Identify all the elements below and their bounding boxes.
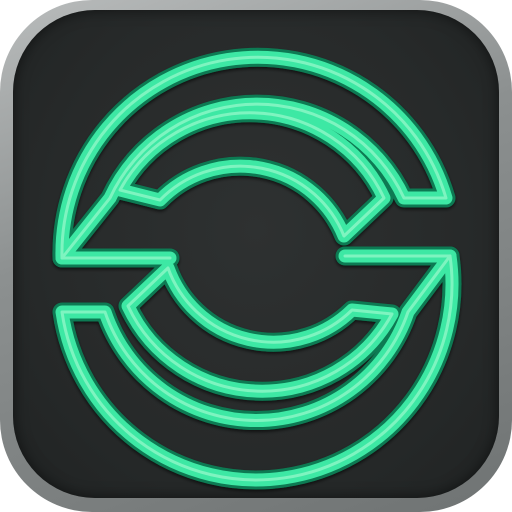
circular-s-maze-logo-icon [52,47,462,490]
app-icon-frame[interactable] [0,0,512,512]
